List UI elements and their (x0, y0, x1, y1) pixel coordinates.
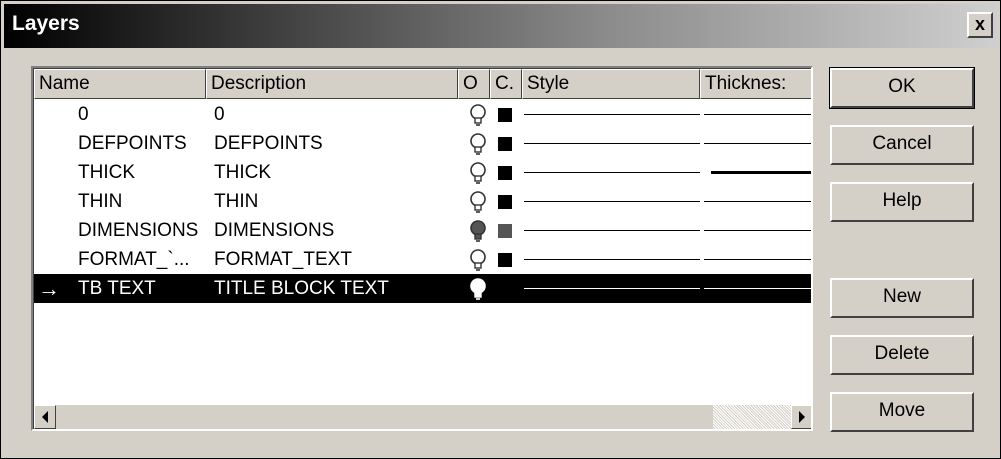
layer-description: DIMENSIONS (214, 220, 335, 241)
layer-description: DEFPOINTS (214, 133, 323, 154)
ok-button[interactable]: OK (829, 67, 975, 109)
new-button[interactable]: New (830, 278, 974, 318)
layer-name: THIN (78, 191, 123, 212)
delete-button[interactable]: Delete (830, 335, 974, 375)
layer-name: TB TEXT (78, 278, 156, 299)
layer-row[interactable]: THIN THIN (34, 187, 811, 216)
layer-row[interactable]: DEFPOINTS DEFPOINTS (34, 129, 811, 158)
linestyle-sample[interactable] (524, 259, 700, 260)
cancel-button[interactable]: Cancel (830, 125, 974, 165)
thickness-sample[interactable] (711, 171, 811, 174)
layer-name: DEFPOINTS (78, 133, 187, 154)
list-header: Name Description O C. Style Thicknes: (34, 69, 811, 99)
thickness-sample[interactable] (704, 288, 811, 289)
linestyle-sample[interactable] (524, 172, 700, 173)
scroll-right-button[interactable] (791, 405, 811, 429)
layer-name: THICK (78, 162, 135, 183)
column-header-thickness[interactable]: Thicknes: (700, 69, 811, 99)
close-button[interactable]: x (967, 12, 993, 38)
column-header-style[interactable]: Style (522, 69, 700, 99)
color-swatch[interactable] (498, 108, 512, 122)
lightbulb-icon[interactable] (467, 103, 489, 127)
scroll-track[interactable] (56, 405, 713, 429)
layers-dialog: Layers x Name Description O C. Style Thi… (0, 0, 1001, 459)
thickness-sample[interactable] (704, 143, 811, 144)
close-icon: x (974, 14, 985, 34)
layer-row[interactable]: DIMENSIONS DIMENSIONS (34, 216, 811, 245)
lightbulb-icon[interactable] (467, 161, 489, 185)
layer-row[interactable]: THICK THICK (34, 158, 811, 187)
column-header-name[interactable]: Name (34, 69, 206, 99)
layer-row[interactable]: FORMAT_`... FORMAT_TEXT (34, 245, 811, 274)
layers-list[interactable]: Name Description O C. Style Thicknes: 00… (31, 66, 813, 431)
thickness-sample[interactable] (704, 230, 811, 231)
arrow-right-icon: → (38, 276, 60, 301)
layer-name: 0 (78, 104, 89, 125)
scroll-left-arrow-icon (42, 411, 48, 423)
thickness-sample[interactable] (704, 201, 811, 202)
color-swatch[interactable] (498, 195, 512, 209)
layer-description: FORMAT_TEXT (214, 249, 352, 270)
layer-row[interactable]: → TB TEXT TITLE BLOCK TEXT (34, 274, 811, 303)
title-bar: Layers x (4, 4, 997, 48)
layer-name: DIMENSIONS (78, 220, 199, 241)
column-header-color[interactable]: C. (490, 69, 522, 99)
color-swatch[interactable] (498, 224, 512, 238)
layer-description: THICK (214, 162, 271, 183)
column-header-description[interactable]: Description (206, 69, 458, 99)
color-swatch[interactable] (498, 253, 512, 267)
thickness-sample[interactable] (704, 114, 811, 115)
move-button[interactable]: Move (830, 392, 974, 432)
lightbulb-icon[interactable] (467, 277, 489, 301)
scroll-left-button[interactable] (34, 405, 56, 429)
color-swatch[interactable] (498, 166, 512, 180)
layer-row[interactable]: 00 (34, 100, 811, 129)
linestyle-sample[interactable] (524, 201, 700, 202)
color-swatch[interactable] (498, 137, 512, 151)
lightbulb-icon[interactable] (467, 190, 489, 214)
horizontal-scrollbar[interactable] (34, 405, 811, 429)
help-button[interactable]: Help (830, 182, 974, 222)
column-header-on[interactable]: O (458, 69, 490, 99)
lightbulb-icon[interactable] (467, 219, 489, 243)
window-title: Layers (12, 12, 80, 35)
layer-name: FORMAT_`... (78, 249, 190, 270)
scroll-right-arrow-icon (799, 411, 805, 423)
layer-description: 0 (214, 104, 225, 125)
linestyle-sample[interactable] (524, 230, 700, 231)
linestyle-sample[interactable] (524, 288, 700, 289)
scroll-track-dotted[interactable] (713, 405, 791, 429)
lightbulb-icon[interactable] (467, 132, 489, 156)
thickness-sample[interactable] (704, 259, 811, 260)
lightbulb-icon[interactable] (467, 248, 489, 272)
linestyle-sample[interactable] (524, 143, 700, 144)
layer-description: TITLE BLOCK TEXT (214, 278, 389, 299)
linestyle-sample[interactable] (524, 114, 700, 115)
layer-description: THIN (214, 191, 259, 212)
color-swatch[interactable] (498, 282, 512, 296)
